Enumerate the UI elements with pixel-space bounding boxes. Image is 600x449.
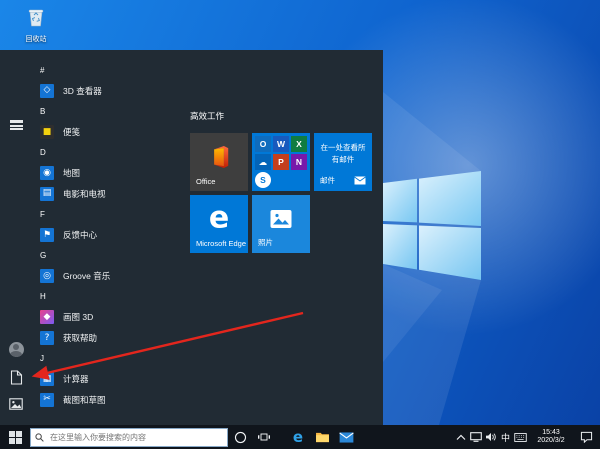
tile-edge-label: Microsoft Edge <box>196 239 247 248</box>
start-menu: ⚙ # ◇ 3D 查看器 B ■ 便笺 D ◉ 地图 ▤ 电影和电视 F ⚑ 反… <box>0 50 383 439</box>
tile-section: 高效工作 Office O W X ☁ P N S 在一处查看所有邮件 邮件 e… <box>190 110 380 253</box>
taskbar-clock[interactable]: 15:43 2020/3/2 <box>528 425 574 449</box>
excel-mini-tile-icon: X <box>291 136 307 152</box>
app-item-3d-viewer[interactable]: ◇ 3D 查看器 <box>30 81 182 102</box>
app-list-header[interactable]: # <box>30 60 182 81</box>
mail-envelope-icon <box>354 176 366 185</box>
pictures-icon[interactable] <box>7 395 25 413</box>
sticky-note-icon: ■ <box>40 125 54 140</box>
windows-logo-icon <box>8 430 22 444</box>
app-list-header[interactable]: G <box>30 245 182 266</box>
ime-indicator[interactable]: 中 <box>498 425 513 449</box>
word-mini-tile-icon: W <box>273 136 289 152</box>
tile-office-label: Office <box>196 177 216 186</box>
app-list-header[interactable]: J <box>30 348 182 369</box>
app-item-paint-3d[interactable]: ◆ 画图 3D <box>30 307 182 328</box>
documents-icon[interactable] <box>7 368 25 386</box>
task-view-icon[interactable] <box>252 425 276 449</box>
paint3d-icon: ◆ <box>40 310 54 325</box>
app-item-feedback-hub[interactable]: ⚑ 反馈中心 <box>30 225 182 246</box>
tile-photos[interactable]: 照片 <box>252 195 310 253</box>
taskbar-search[interactable] <box>30 427 228 447</box>
app-item-sticky-notes[interactable]: ■ 便笺 <box>30 122 182 143</box>
app-item-get-help[interactable]: ? 获取帮助 <box>30 328 182 349</box>
taskbar: e 中 15:43 <box>0 425 600 449</box>
recycle-bin-icon <box>25 6 47 33</box>
cube-icon: ◇ <box>40 83 54 98</box>
edge-logo-icon: e <box>208 200 230 236</box>
mail-tile-text: 在一处查看所有邮件 <box>320 143 366 164</box>
app-item-maps[interactable]: ◉ 地图 <box>30 163 182 184</box>
feedback-icon: ⚑ <box>40 228 54 243</box>
calculator-icon: ▦ <box>40 372 54 387</box>
app-item-movies-tv[interactable]: ▤ 电影和电视 <box>30 184 182 205</box>
mail-taskbar-icon[interactable] <box>334 425 358 449</box>
outlook-mini-tile-icon: O <box>255 136 271 152</box>
app-list-header[interactable]: H <box>30 287 182 308</box>
search-icon <box>35 432 44 442</box>
tile-office-apps-group[interactable]: O W X ☁ P N S <box>252 133 310 191</box>
system-tray: 中 15:43 2020/3/2 <box>453 425 600 449</box>
snip-icon: ✂ <box>40 392 54 407</box>
app-item-calculator[interactable]: ▦ 计算器 <box>30 369 182 390</box>
start-button[interactable] <box>0 425 30 449</box>
clock-time: 15:43 <box>542 428 560 436</box>
tile-microsoft-edge[interactable]: e Microsoft Edge <box>190 195 248 253</box>
help-chat-icon: ? <box>40 331 54 346</box>
user-account-icon[interactable] <box>7 340 25 358</box>
tray-chevron-up-icon[interactable] <box>453 425 468 449</box>
action-center-icon[interactable] <box>574 425 598 449</box>
tile-mail-label: 邮件 <box>320 176 335 185</box>
powerpoint-mini-tile-icon: P <box>273 154 289 170</box>
music-icon: ◎ <box>40 269 54 284</box>
hamburger-menu-icon[interactable] <box>7 112 25 130</box>
recycle-bin-desktop-icon[interactable]: 回收站 <box>14 6 58 44</box>
onenote-mini-tile-icon: N <box>291 154 307 170</box>
app-list-header[interactable]: F <box>30 204 182 225</box>
edge-taskbar-icon[interactable]: e <box>286 425 310 449</box>
office-logo-icon <box>214 146 229 169</box>
start-menu-rail: ⚙ <box>0 50 30 439</box>
touch-keyboard-icon[interactable] <box>513 425 528 449</box>
recycle-bin-label: 回收站 <box>25 36 47 43</box>
film-icon: ▤ <box>40 186 54 201</box>
onedrive-mini-tile-icon: ☁ <box>255 154 271 170</box>
network-icon[interactable] <box>468 425 483 449</box>
volume-icon[interactable] <box>483 425 498 449</box>
search-input[interactable] <box>48 431 223 443</box>
desktop: 回收站 ⚙ # ◇ 3D 查看器 <box>0 0 600 449</box>
map-pin-icon: ◉ <box>40 166 54 181</box>
skype-mini-tile-icon: S <box>255 172 271 188</box>
cortana-icon[interactable] <box>228 425 252 449</box>
photos-icon <box>270 210 292 229</box>
tile-group-label[interactable]: 高效工作 <box>190 110 380 127</box>
clock-date: 2020/3/2 <box>537 437 565 444</box>
app-item-snip-sketch[interactable]: ✂ 截图和草图 <box>30 390 182 411</box>
app-list-header[interactable]: B <box>30 101 182 122</box>
file-explorer-icon[interactable] <box>310 425 334 449</box>
app-list-header[interactable]: D <box>30 142 182 163</box>
tile-mail[interactable]: 在一处查看所有邮件 邮件 <box>314 133 372 191</box>
avatar <box>8 341 24 357</box>
app-item-groove-music[interactable]: ◎ Groove 音乐 <box>30 266 182 287</box>
app-list: # ◇ 3D 查看器 B ■ 便笺 D ◉ 地图 ▤ 电影和电视 F ⚑ 反馈中… <box>30 60 182 412</box>
tile-office[interactable]: Office <box>190 133 248 191</box>
tile-photos-label: 照片 <box>258 238 273 247</box>
